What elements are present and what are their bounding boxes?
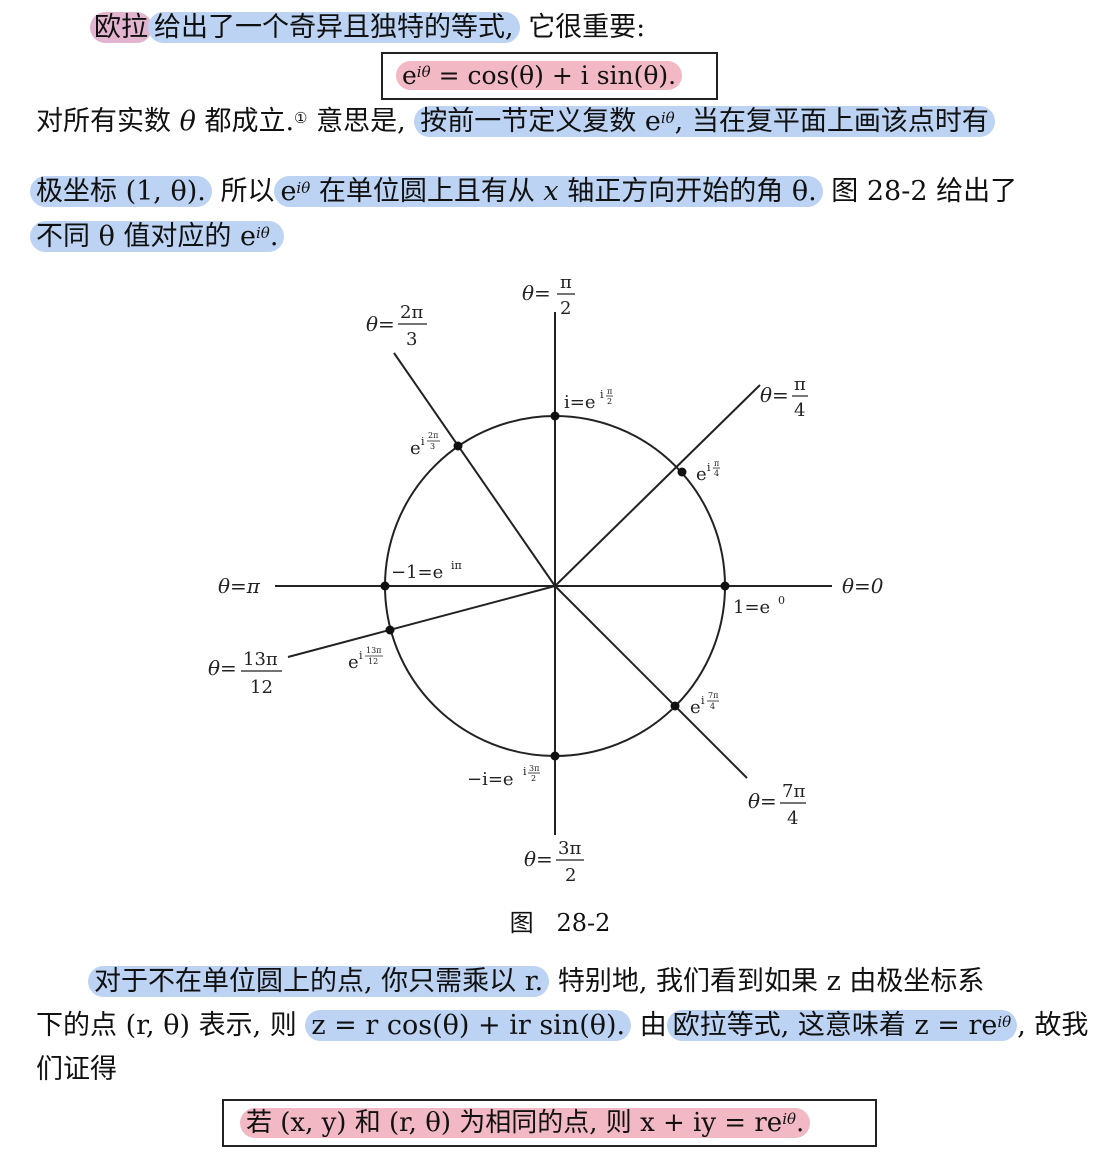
label-minus-i-sup-i: i — [523, 765, 527, 778]
label-e-2pi-3: e — [410, 438, 421, 459]
point-minus-1 — [380, 581, 390, 591]
svg-text:2: 2 — [607, 397, 612, 406]
para3-line1: 对于不在单位圆上的点, 你只需乘以 r. 特别地, 我们看到如果 z 由极坐标系 — [88, 962, 984, 1002]
formula2-text: 若 (x, y) 和 (r, θ) 为相同的点, 则 x + iy = re — [246, 1108, 783, 1138]
label-i-eq: i=e — [564, 392, 596, 413]
label-pi-2-den: 2 — [560, 298, 571, 319]
label-theta-3pi-2: θ= — [524, 847, 553, 871]
highlight-polar-form: z = r cos(θ) + ir sin(θ). — [305, 1010, 632, 1041]
svg-text:2π: 2π — [428, 431, 438, 440]
point-2pi-3 — [453, 441, 463, 451]
ray-2pi-3 — [393, 352, 556, 587]
para3-line3-text: 们证得 — [36, 1054, 117, 1085]
svg-text:i: i — [707, 461, 711, 474]
label-theta-2pi-3: θ= — [366, 312, 395, 336]
label-13pi-12-num: 13π — [243, 649, 278, 670]
ray-7pi-4 — [554, 585, 748, 779]
point-minus-i — [550, 751, 560, 761]
label-e-13pi-12: e — [348, 652, 359, 673]
svg-text:π: π — [714, 459, 719, 468]
point-pi-4 — [677, 467, 687, 477]
label-minus-i-eq: −i=e — [467, 769, 514, 790]
formula2-highlight: 若 (x, y) 和 (r, θ) 为相同的点, 则 x + iy = reiθ… — [240, 1108, 811, 1138]
label-theta-7pi-4: θ= — [748, 789, 777, 813]
point-13pi-12 — [385, 625, 395, 635]
label-i-sup-i: i — [600, 388, 604, 401]
figure-caption-a: 图 — [509, 909, 534, 937]
svg-text:7π: 7π — [708, 691, 718, 700]
point-i — [550, 411, 560, 421]
svg-text:13π: 13π — [366, 646, 381, 655]
label-theta-13pi-12: θ= — [208, 656, 237, 680]
label-theta-pi: θ=π — [218, 574, 261, 598]
ray-pi-4 — [554, 384, 761, 587]
para3-line2-b: 由 — [639, 1010, 667, 1041]
label-7pi-4-num: 7π — [782, 781, 805, 802]
label-7pi-4-den: 4 — [787, 808, 798, 829]
svg-text:3: 3 — [430, 442, 435, 451]
label-minus1-eq: −1=e — [391, 562, 443, 583]
svg-text:4: 4 — [710, 702, 715, 711]
formula2-tail: . — [796, 1108, 805, 1138]
svg-text:i: i — [701, 694, 705, 707]
para3-line2-c: , 故我 — [1017, 1010, 1089, 1041]
svg-text:i: i — [359, 649, 363, 662]
label-theta-pi-4: θ= — [760, 383, 789, 407]
figure-caption-b: 28-2 — [556, 909, 611, 937]
label-1-eq-e0: 1=e — [733, 597, 770, 618]
para3-line2-a: 下的点 (r, θ) 表示, 则 — [36, 1010, 297, 1041]
svg-text:4: 4 — [714, 469, 719, 478]
label-e-7pi-4: e — [690, 697, 701, 718]
label-e-pi-4: e — [696, 464, 707, 485]
highlight-euler-implies: 欧拉等式, 这意味着 z = reiθ — [666, 1010, 1018, 1041]
label-pi-2-num: π — [560, 272, 572, 293]
para3-line2: 下的点 (r, θ) 表示, 则 z = r cos(θ) + ir sin(θ… — [36, 1006, 1088, 1046]
label-pi-4-num: π — [794, 374, 806, 395]
label-theta-pi-2: θ= — [522, 281, 551, 305]
svg-text:12: 12 — [368, 657, 378, 666]
highlight-para3-line1: 对于不在单位圆上的点, 你只需乘以 r. — [88, 966, 550, 997]
svg-text:3π: 3π — [529, 764, 539, 773]
para3-line3: 们证得 — [36, 1050, 117, 1090]
figure-caption: 图 28-2 — [0, 903, 1120, 938]
label-3pi-2-num: 3π — [558, 838, 581, 859]
label-13pi-12-den: 12 — [250, 677, 273, 698]
label-pi-4-den: 4 — [794, 400, 805, 421]
formula2: 若 (x, y) 和 (r, θ) 为相同的点, 则 x + iy = reiθ… — [240, 1103, 811, 1143]
para3-line2-sup: iθ — [997, 1013, 1012, 1031]
unit-circle-figure: θ= π 2 θ= 2π 3 θ= π 4 θ=π θ=0 θ= 13π 12 … — [208, 272, 884, 886]
point-1 — [720, 581, 730, 591]
label-theta-zero: θ=0 — [842, 574, 884, 598]
point-7pi-4 — [670, 701, 680, 711]
formula2-sup: iθ — [782, 1110, 797, 1128]
label-2pi-3-den: 3 — [406, 329, 417, 350]
label-minus1-sup: iπ — [451, 559, 462, 572]
svg-text:2: 2 — [531, 774, 536, 783]
para3-line1-b: 特别地, 我们看到如果 z 由极坐标系 — [557, 966, 985, 997]
ray-13pi-12 — [287, 585, 556, 658]
label-2pi-3-num: 2π — [400, 302, 423, 323]
svg-text:π: π — [607, 387, 612, 396]
svg-text:i: i — [421, 435, 425, 448]
label-3pi-2-den: 2 — [565, 865, 576, 886]
label-1-eq-e0-sup: 0 — [778, 594, 785, 607]
para3-line2-hl2: 欧拉等式, 这意味着 z = re — [672, 1010, 998, 1041]
